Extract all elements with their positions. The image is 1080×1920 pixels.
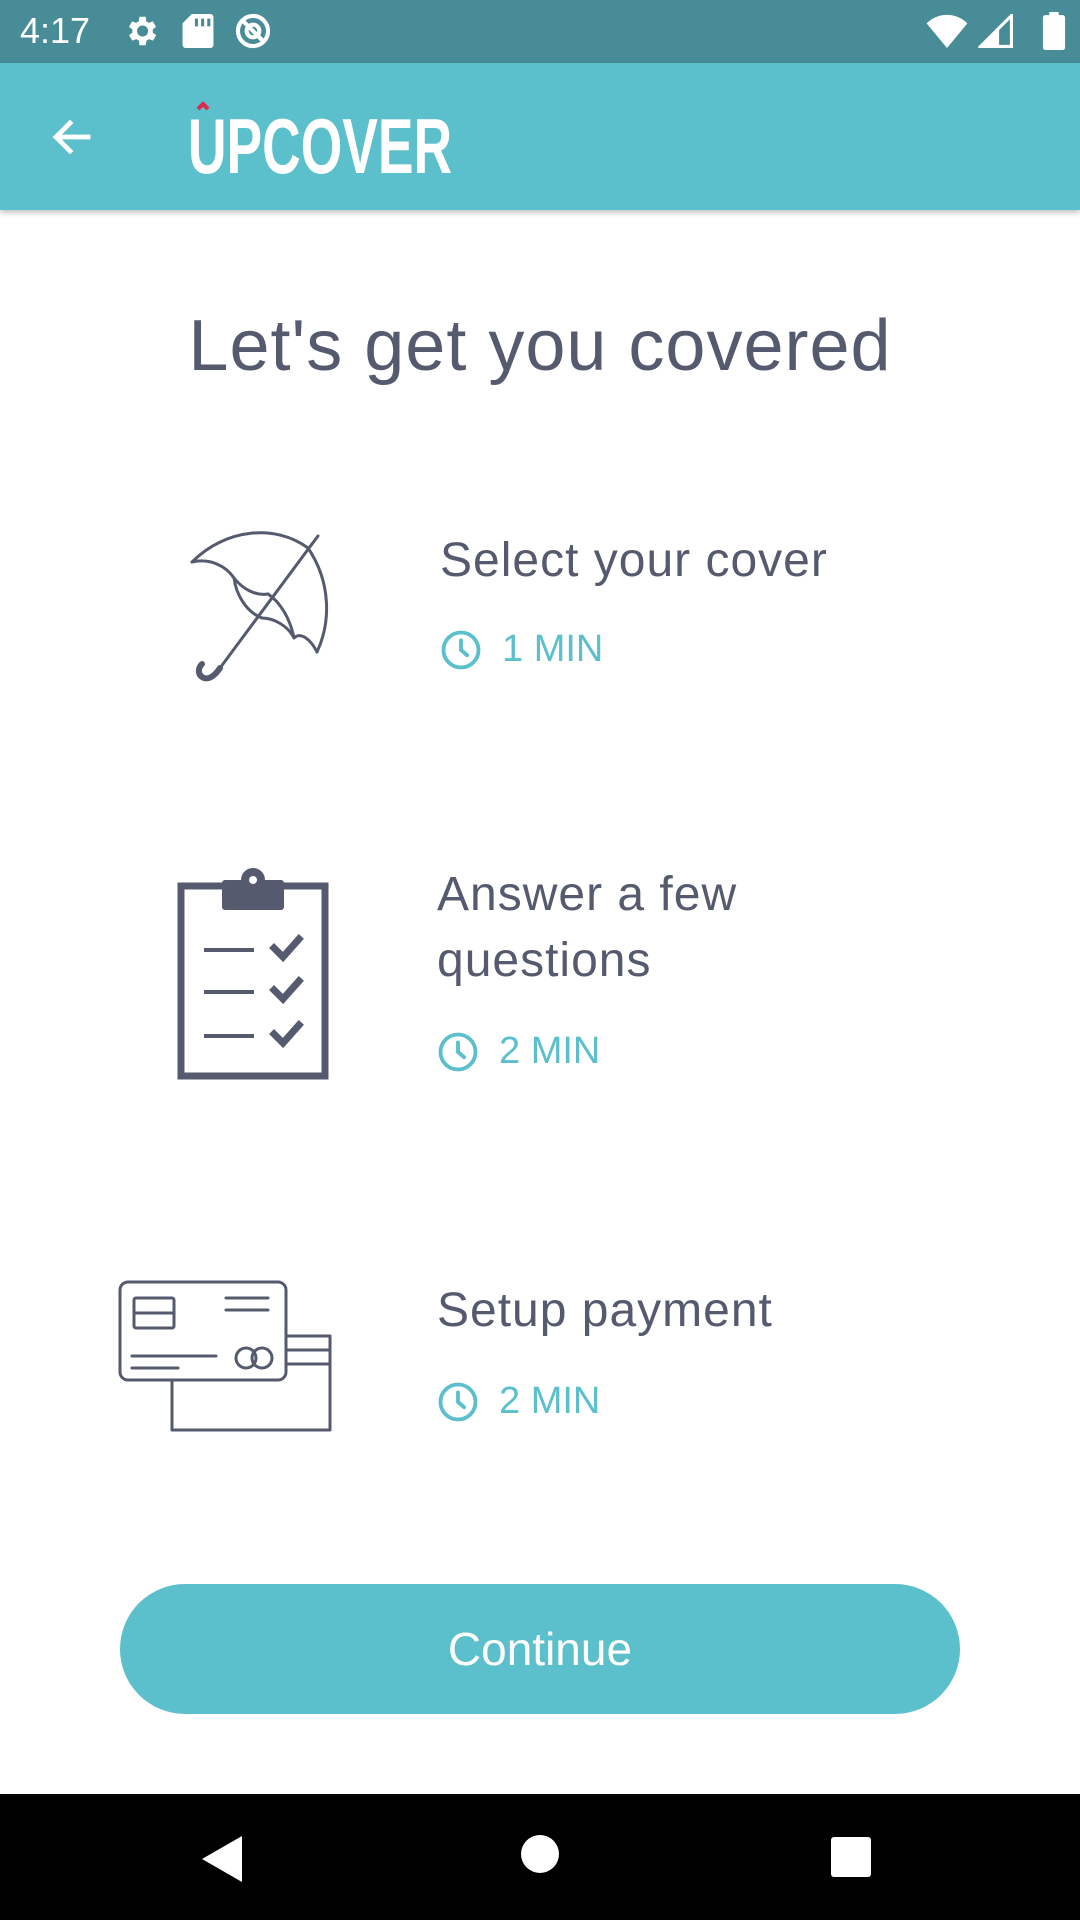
at-sign-icon: [235, 13, 271, 49]
back-button[interactable]: [36, 101, 108, 173]
clock-icon: [438, 1382, 478, 1421]
page-title: Let's get you covered: [188, 306, 892, 386]
step-time-label: 2 MIN: [499, 1030, 601, 1072]
nav-back-icon[interactable]: [200, 1834, 244, 1884]
logo-text: UPCOVER: [188, 102, 452, 181]
clipboard-checklist-icon: [176, 866, 330, 1085]
step-time: 2 MIN: [437, 1030, 600, 1073]
battery-icon: [1042, 12, 1066, 50]
step-time: 2 MIN: [437, 1380, 600, 1423]
clock-icon: [438, 1032, 478, 1071]
clock-icon: [441, 630, 481, 669]
status-time: 4:17: [20, 10, 91, 51]
nav-home-icon[interactable]: [520, 1834, 560, 1874]
nav-recents-icon[interactable]: [830, 1836, 872, 1878]
step-title: Select your cover: [440, 534, 828, 587]
umbrella-icon: [176, 522, 336, 687]
app-bar: UPCOVER: [0, 63, 1080, 210]
credit-cards-icon: [118, 1280, 338, 1439]
continue-button[interactable]: Continue: [120, 1584, 960, 1714]
navigation-bar: [0, 1794, 1080, 1920]
arrow-left-icon: [52, 119, 91, 155]
sd-card-icon: [182, 14, 214, 48]
status-bar: 4:17: [0, 0, 1080, 63]
step-time-label: 2 MIN: [499, 1380, 601, 1422]
step-title: Answer a few questions: [437, 868, 738, 987]
app-logo: UPCOVER: [188, 101, 458, 190]
step-time-label: 1 MIN: [502, 628, 604, 670]
signal-icon: [978, 14, 1013, 48]
step-title: Setup payment: [437, 1284, 773, 1337]
settings-icon: [128, 16, 157, 46]
step-time: 1 MIN: [440, 628, 603, 671]
wifi-icon: [926, 14, 968, 48]
